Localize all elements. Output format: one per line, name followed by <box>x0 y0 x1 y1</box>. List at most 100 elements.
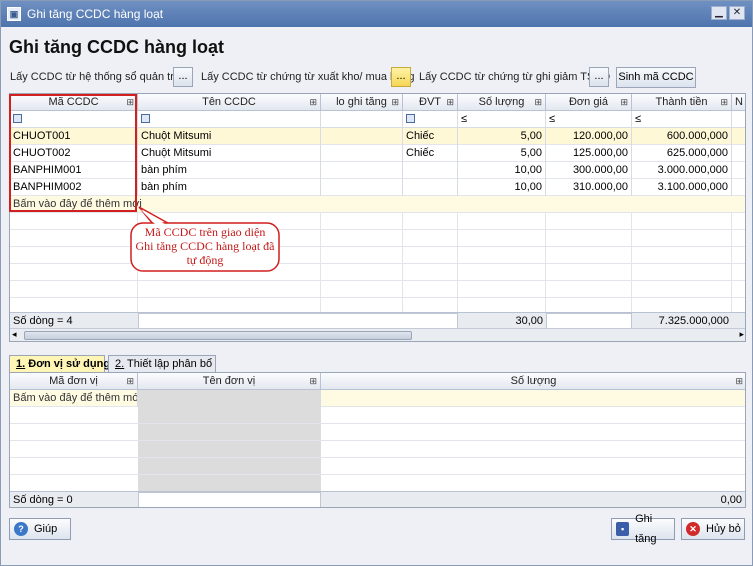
cell-lo[interactable] <box>321 128 403 145</box>
scroll-left-icon[interactable]: ◂ <box>12 329 17 340</box>
row-count: Số dòng = 4 <box>13 315 73 327</box>
pin-icon[interactable]: ⊞ <box>309 373 317 389</box>
page-title: Ghi tăng CCDC hàng loạt <box>9 37 224 57</box>
col-header-dvt[interactable]: ĐVT ⊞ <box>403 94 458 111</box>
filter-ten[interactable] <box>138 111 321 128</box>
col-header-so-luong-sub[interactable]: Số lượng ⊞ <box>321 373 745 390</box>
callout-text: Mã CCDC trên giao diện Ghi tăng CCDC hàn… <box>135 225 275 267</box>
empty-row <box>10 424 745 441</box>
cell-dvt[interactable] <box>403 179 458 196</box>
cell-don-gia[interactable]: 120.000,00 <box>546 128 632 145</box>
source-warehouse-label: Lấy CCDC từ chứng từ xuất kho/ mua hàng <box>201 71 415 83</box>
source-management-label: Lấy CCDC từ hệ thống sổ quản trị <box>10 71 177 83</box>
empty-row <box>10 441 745 458</box>
empty-row <box>10 213 745 230</box>
total-so-luong-sub: 0,00 <box>720 494 742 506</box>
filter-icon[interactable] <box>406 114 415 123</box>
tab-don-vi-su-dung[interactable]: 1. Đơn vị sử dụng <box>9 355 110 372</box>
cell-don-gia[interactable]: 125.000,00 <box>546 145 632 162</box>
empty-row <box>10 407 745 424</box>
cell-lo[interactable] <box>321 179 403 196</box>
empty-row <box>10 475 745 492</box>
minimize-button[interactable]: ▁ <box>711 6 727 20</box>
filter-don-gia[interactable]: ≤ <box>546 111 632 128</box>
pin-icon[interactable]: ⊞ <box>534 94 542 110</box>
empty-row <box>10 264 745 281</box>
pin-icon[interactable]: ⊞ <box>126 373 134 389</box>
filter-so-luong[interactable]: ≤ <box>458 111 546 128</box>
source-asset-button[interactable]: ... <box>589 67 609 87</box>
generate-code-button[interactable]: Sinh mã CCDC <box>616 67 696 88</box>
pin-icon[interactable]: ⊞ <box>446 94 454 110</box>
highlight-box <box>9 94 137 212</box>
cell-dvt[interactable] <box>403 162 458 179</box>
cell-dvt[interactable]: Chiếc <box>403 128 458 145</box>
close-button[interactable]: ✕ <box>729 6 745 20</box>
col-header-more[interactable]: N <box>732 94 745 111</box>
cell-lo[interactable] <box>321 162 403 179</box>
help-button[interactable]: ? Giúp <box>9 518 71 540</box>
unit-grid: Mã đơn vị ⊞ Tên đơn vị ⊞ Số lượng ⊞ Bấm vào… <box>9 372 746 508</box>
pin-icon[interactable]: ⊞ <box>735 373 743 389</box>
col-header-don-gia[interactable]: Đơn giá ⊞ <box>546 94 632 111</box>
pin-icon[interactable]: ⊞ <box>720 94 728 110</box>
cell-so-luong[interactable]: 10,00 <box>458 162 546 179</box>
add-new-row-label[interactable]: Bấm vào đây để thêm mới <box>10 390 138 407</box>
cell-thanh-tien[interactable]: 625.000,000 <box>632 145 732 162</box>
cell-don-gia[interactable]: 300.000,00 <box>546 162 632 179</box>
toolbar: Lấy CCDC từ hệ thống sổ quản trị ... Lấy… <box>1 64 753 90</box>
empty-row <box>10 247 745 264</box>
cell-don-gia[interactable]: 310.000,00 <box>546 179 632 196</box>
col-header-so-luong[interactable]: Số lượng ⊞ <box>458 94 546 111</box>
tab-thiet-lap-phan-bo[interactable]: 2. Thiết lập phân bổ <box>108 355 216 372</box>
cancel-button[interactable]: ✕ Hủy bỏ <box>681 518 745 540</box>
footer-blank <box>138 313 458 329</box>
total-thanh-tien: 7.325.000,000 <box>658 315 729 327</box>
row-count: Số dòng = 0 <box>13 494 73 506</box>
cell-so-luong[interactable]: 10,00 <box>458 179 546 196</box>
cell-ten[interactable]: bàn phím <box>138 179 321 196</box>
scroll-right-icon[interactable]: ▸ <box>739 329 744 340</box>
footer-blank <box>546 313 632 329</box>
filter-lo[interactable] <box>321 111 403 128</box>
pin-icon[interactable]: ⊞ <box>391 94 399 110</box>
cancel-icon: ✕ <box>686 522 700 536</box>
window-title: Ghi tăng CCDC hàng loạt <box>27 7 164 21</box>
source-asset-label: Lấy CCDC từ chứng từ ghi giảm TSCĐ <box>419 71 611 83</box>
empty-row <box>10 458 745 475</box>
cell-ten[interactable]: bàn phím <box>138 162 321 179</box>
floppy-disk-icon: ▪ <box>616 522 630 536</box>
total-so-luong: 30,00 <box>515 315 543 327</box>
grid-footer: Số dòng = 4 30,00 7.325.000,000 <box>10 312 745 329</box>
cell-ten-don-vi <box>138 390 321 407</box>
cell-thanh-tien[interactable]: 3.100.000,000 <box>632 179 732 196</box>
app-icon: ▣ <box>7 7 21 21</box>
col-header-ten-don-vi[interactable]: Tên đơn vị ⊞ <box>138 373 321 390</box>
cell-ten[interactable]: Chuột Mitsumi <box>138 128 321 145</box>
scrollbar-thumb[interactable] <box>24 331 412 340</box>
source-warehouse-button[interactable]: ... <box>391 67 411 87</box>
horizontal-scrollbar[interactable]: ◂ ▸ <box>10 328 745 341</box>
save-button[interactable]: ▪ Ghi tăng <box>611 513 675 545</box>
window: ▣ Ghi tăng CCDC hàng loạt ▁ ✕ Ghi tăng C… <box>0 0 753 566</box>
filter-thanh-tien[interactable]: ≤ <box>632 111 732 128</box>
cell-dvt[interactable]: Chiếc <box>403 145 458 162</box>
grid-footer: Số dòng = 0 0,00 <box>10 491 745 507</box>
filter-dvt[interactable] <box>403 111 458 128</box>
cell-lo[interactable] <box>321 145 403 162</box>
col-header-ma-don-vi[interactable]: Mã đơn vị ⊞ <box>10 373 138 390</box>
add-new-row[interactable]: Bấm vào đây để thêm mới <box>10 390 745 407</box>
col-header-lo-ghi-tang[interactable]: lo ghi tăng ⊞ <box>321 94 403 111</box>
cell-thanh-tien[interactable]: 600.000,000 <box>632 128 732 145</box>
cell-so-luong[interactable]: 5,00 <box>458 145 546 162</box>
cell-thanh-tien[interactable]: 3.000.000,000 <box>632 162 732 179</box>
col-header-ten-ccdc[interactable]: Tên CCDC ⊞ <box>138 94 321 111</box>
pin-icon[interactable]: ⊞ <box>620 94 628 110</box>
col-header-thanh-tien[interactable]: Thành tiền ⊞ <box>632 94 732 111</box>
cell-so-luong[interactable]: 5,00 <box>458 128 546 145</box>
source-management-button[interactable]: ... <box>173 67 193 87</box>
pin-icon[interactable]: ⊞ <box>309 94 317 110</box>
filter-icon[interactable] <box>141 114 150 123</box>
cell-ten[interactable]: Chuột Mitsumi <box>138 145 321 162</box>
help-icon: ? <box>14 522 28 536</box>
